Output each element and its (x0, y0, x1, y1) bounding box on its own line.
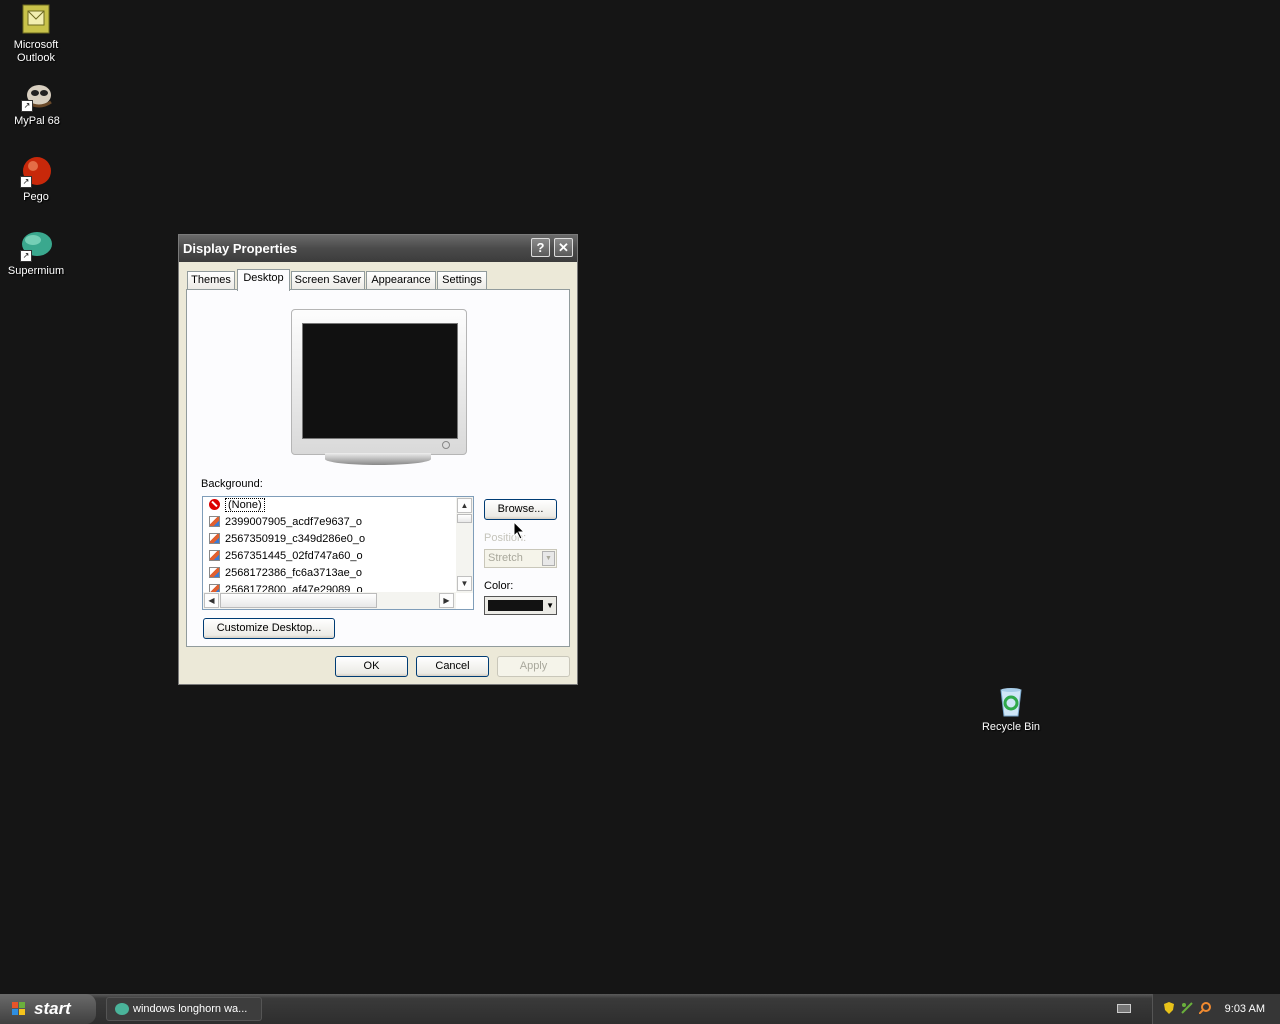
search-icon[interactable] (1199, 1002, 1211, 1014)
desktop-icon-outlook[interactable]: Microsoft Outlook (0, 4, 74, 65)
image-file-icon (209, 567, 220, 578)
close-button[interactable]: ✕ (554, 238, 573, 257)
desktop-icon-label: Microsoft (13, 39, 59, 51)
mouse-cursor-icon (513, 521, 526, 540)
desktop-icon-label: Outlook (17, 52, 55, 64)
system-tray: 9:03 AM (1152, 994, 1280, 1024)
list-item-label: 2567350919_c349d286e0_o (225, 533, 366, 545)
desktop-icon-label: Recycle Bin (981, 721, 1041, 733)
scroll-down-icon[interactable]: ▼ (457, 576, 472, 591)
tab-themes[interactable]: Themes (187, 271, 235, 289)
recycle-bin-icon (995, 686, 1027, 718)
start-label: start (34, 999, 71, 1018)
pego-icon: ↗ (20, 156, 52, 188)
background-label: Background: (201, 478, 263, 490)
shortcut-arrow-icon: ↗ (20, 176, 32, 188)
taskbar-window-label: windows longhorn wa... (133, 1003, 248, 1015)
mypal-icon: ↗ (21, 80, 53, 112)
horizontal-scroll-thumb[interactable] (220, 593, 377, 608)
monitor-screen (302, 323, 458, 439)
position-value: Stretch (488, 552, 523, 564)
browse-button[interactable]: Browse... (484, 499, 557, 520)
scroll-right-icon[interactable]: ▶ (439, 593, 454, 608)
monitor-stand (325, 453, 431, 465)
outlook-icon (20, 4, 52, 36)
list-item[interactable]: (None) (203, 497, 473, 514)
desktop-icon-mypal[interactable]: ↗ MyPal 68 (0, 80, 75, 128)
image-file-icon (209, 533, 220, 544)
scroll-left-icon[interactable]: ◀ (204, 593, 219, 608)
list-item-label: 2567351445_02fd747a60_o (225, 550, 363, 562)
customize-desktop-button[interactable]: Customize Desktop... (203, 618, 335, 639)
vertical-scroll-thumb[interactable] (457, 514, 472, 523)
color-swatch (488, 600, 543, 611)
help-button[interactable]: ? (531, 238, 550, 257)
list-item[interactable]: 2567350919_c349d286e0_o (203, 531, 473, 548)
cancel-button[interactable]: Cancel (416, 656, 489, 677)
tab-settings[interactable]: Settings (437, 271, 487, 289)
desktop-icon-label: MyPal 68 (14, 115, 60, 127)
start-button[interactable]: start (0, 994, 96, 1024)
image-file-icon (209, 516, 220, 527)
taskbar-window-button[interactable]: windows longhorn wa... (106, 997, 262, 1021)
monitor-bezel (291, 309, 467, 455)
color-label: Color: (484, 580, 514, 592)
tab-desktop[interactable]: Desktop (237, 269, 290, 291)
supermium-icon: ↗ (20, 230, 52, 262)
desktop-icon-supermium[interactable]: ↗ Supermium (0, 230, 74, 278)
list-item[interactable]: 2568172386_fc6a3713ae_o (203, 565, 473, 582)
apply-button[interactable]: Apply (497, 656, 570, 677)
scroll-up-icon[interactable]: ▲ (457, 498, 472, 513)
title-bar[interactable]: Display Properties ? ✕ (179, 235, 577, 262)
tab-appearance[interactable]: Appearance (366, 271, 436, 289)
ok-button[interactable]: OK (335, 656, 408, 677)
clock[interactable]: 9:03 AM (1225, 1003, 1265, 1015)
chevron-down-icon: ▼ (542, 551, 555, 566)
desktop-icon-label: Supermium (7, 265, 65, 277)
list-item-label: 2399007905_acdf7e9637_o (225, 516, 363, 528)
none-icon (209, 499, 220, 510)
monitor-preview (291, 309, 467, 465)
display-properties-window: Display Properties ? ✕ Themes Desktop Sc… (178, 234, 578, 685)
windows-logo-icon (12, 1002, 26, 1016)
taskbar: start windows longhorn wa... 9:03 AM (0, 994, 1280, 1024)
shortcut-arrow-icon: ↗ (20, 250, 32, 262)
horizontal-scrollbar[interactable]: ◀ ▶ (203, 592, 456, 609)
security-shield-icon[interactable] (1163, 1002, 1175, 1014)
power-led-icon (442, 441, 450, 449)
chevron-down-icon: ▼ (546, 601, 554, 610)
list-item-label: 2568172386_fc6a3713ae_o (225, 567, 363, 579)
list-item[interactable]: 2399007905_acdf7e9637_o (203, 514, 473, 531)
desktop-icon-pego[interactable]: ↗ Pego (0, 156, 74, 204)
desktop-tab-panel: Background: (None) 2399007905_acdf7e9637… (186, 289, 570, 647)
network-icon[interactable] (1181, 1002, 1193, 1014)
window-title: Display Properties (183, 241, 298, 256)
position-select[interactable]: Stretch ▼ (484, 549, 557, 568)
list-item-label: (None) (225, 498, 265, 512)
list-item[interactable]: 2567351445_02fd747a60_o (203, 548, 473, 565)
keyboard-icon[interactable] (1117, 1004, 1131, 1013)
shortcut-arrow-icon: ↗ (21, 100, 33, 112)
image-file-icon (209, 550, 220, 561)
desktop-icon-label: Pego (23, 191, 49, 203)
color-picker-button[interactable]: ▼ (484, 596, 557, 615)
background-list[interactable]: (None) 2399007905_acdf7e9637_o 256735091… (202, 496, 474, 610)
desktop-icon-recycle-bin[interactable]: Recycle Bin (973, 686, 1049, 734)
tab-screen-saver[interactable]: Screen Saver (291, 271, 365, 289)
supermium-icon (115, 1003, 129, 1015)
vertical-scrollbar[interactable]: ▲ ▼ (456, 497, 473, 593)
